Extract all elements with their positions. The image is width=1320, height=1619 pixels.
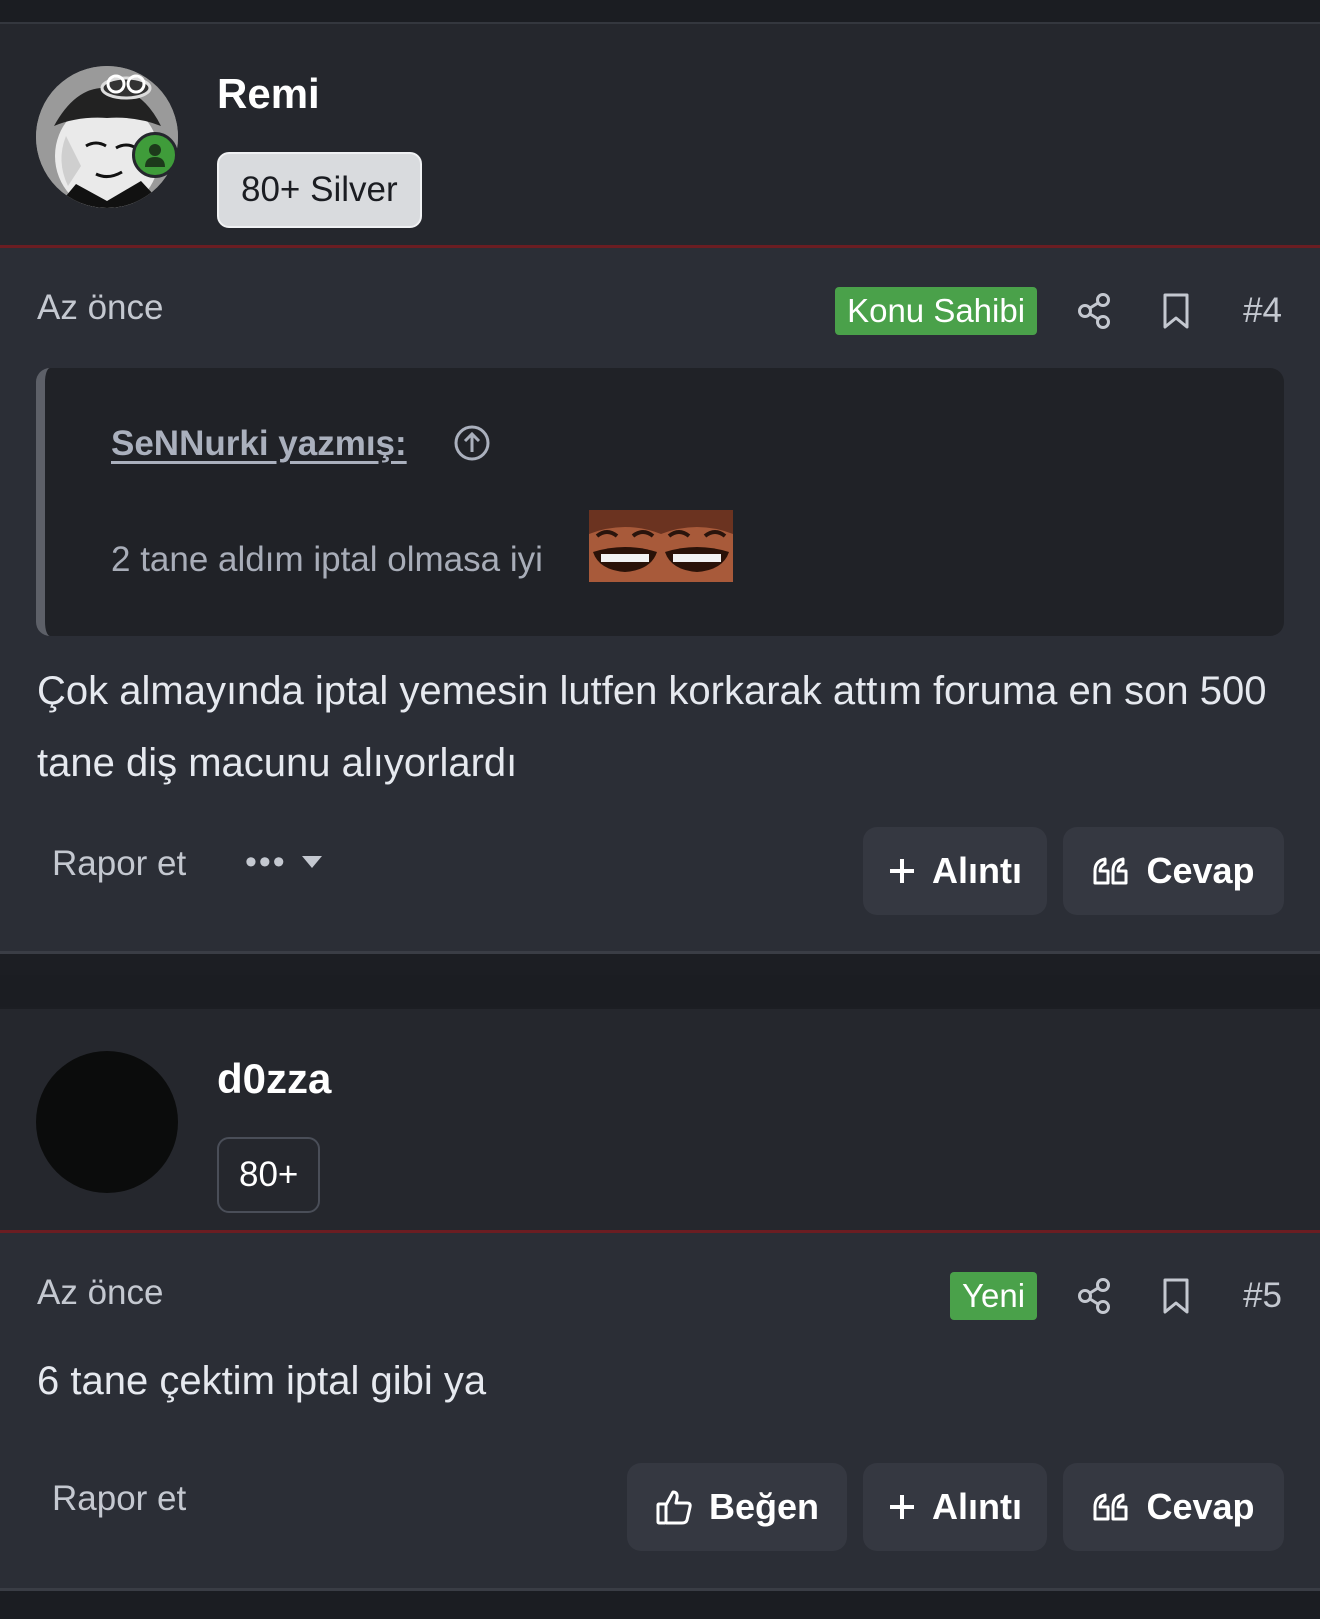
quote-block: SeNNurki yazmış: 2 tane aldım iptal olma… — [36, 368, 1284, 636]
chevron-down-icon — [301, 855, 323, 869]
report-link[interactable]: Rapor et — [52, 1479, 186, 1519]
avatar[interactable] — [36, 1051, 178, 1193]
quote-button-label: Alıntı — [932, 1486, 1022, 1527]
post-4: Remi 80+ Silver Az önce Konu Sahibi #4 S… — [0, 24, 1320, 954]
reply-button-label: Cevap — [1146, 1486, 1255, 1527]
reply-button[interactable]: Cevap — [1063, 827, 1284, 915]
user-rank-badge: 80+ Silver — [217, 152, 422, 228]
online-status-icon — [132, 132, 178, 178]
thumbs-up-icon — [655, 1488, 693, 1526]
laughing-emoji-icon — [589, 510, 661, 582]
laughing-emoji-icon — [661, 510, 733, 582]
top-strip — [0, 0, 1320, 24]
post-timestamp[interactable]: Az önce — [37, 288, 163, 328]
quote-button-label: Alıntı — [932, 850, 1022, 891]
username[interactable]: d0zza — [217, 1055, 331, 1103]
post-5: d0zza 80+ Az önce Yeni #5 6 tane çektim … — [0, 1009, 1320, 1591]
quote-icon — [1092, 856, 1130, 886]
quote-icon — [1092, 1492, 1130, 1522]
quote-button[interactable]: Alıntı — [863, 1463, 1047, 1551]
bookmark-icon[interactable] — [1151, 1271, 1201, 1321]
more-dots-icon: ••• — [245, 842, 287, 881]
post-number[interactable]: #5 — [1243, 1276, 1282, 1316]
bookmark-icon[interactable] — [1151, 286, 1201, 336]
quote-button[interactable]: Alıntı — [863, 827, 1047, 915]
post-header: Remi 80+ Silver — [0, 24, 1320, 248]
new-post-tag: Yeni — [950, 1272, 1038, 1320]
quote-author-link[interactable]: SeNNurki yazmış: — [111, 424, 407, 464]
post-body: Az önce Yeni #5 6 tane çektim iptal gibi… — [0, 1233, 1320, 1591]
post-number[interactable]: #4 — [1243, 291, 1282, 331]
reply-button[interactable]: Cevap — [1063, 1463, 1284, 1551]
post-header: d0zza 80+ — [0, 1009, 1320, 1233]
bottom-separator — [0, 1591, 1320, 1619]
user-rank-badge: 80+ — [217, 1137, 321, 1213]
post-timestamp[interactable]: Az önce — [37, 1273, 163, 1313]
arrow-up-circle-icon[interactable] — [453, 424, 491, 467]
post-message: Çok almayında iptal yemesin lutfen korka… — [37, 669, 1267, 785]
quote-text: 2 tane aldım iptal olmasa iyi — [111, 540, 543, 579]
username[interactable]: Remi — [217, 70, 320, 118]
reply-button-label: Cevap — [1146, 850, 1255, 891]
post-separator — [0, 975, 1320, 1007]
like-button[interactable]: Beğen — [627, 1463, 847, 1551]
thread-owner-tag: Konu Sahibi — [835, 287, 1038, 335]
post-meta: Konu Sahibi #4 — [835, 286, 1282, 336]
post-meta: Yeni #5 — [950, 1271, 1282, 1321]
share-icon[interactable] — [1069, 1271, 1119, 1321]
more-options-button[interactable]: ••• — [245, 840, 323, 884]
plus-icon — [888, 857, 916, 885]
plus-icon — [888, 1493, 916, 1521]
share-icon[interactable] — [1069, 286, 1119, 336]
post-body: Az önce Konu Sahibi #4 SeNNurki yazmış: — [0, 248, 1320, 954]
like-button-label: Beğen — [708, 1486, 820, 1527]
report-link[interactable]: Rapor et — [52, 844, 186, 884]
post-message: 6 tane çektim iptal gibi ya — [37, 1359, 487, 1403]
